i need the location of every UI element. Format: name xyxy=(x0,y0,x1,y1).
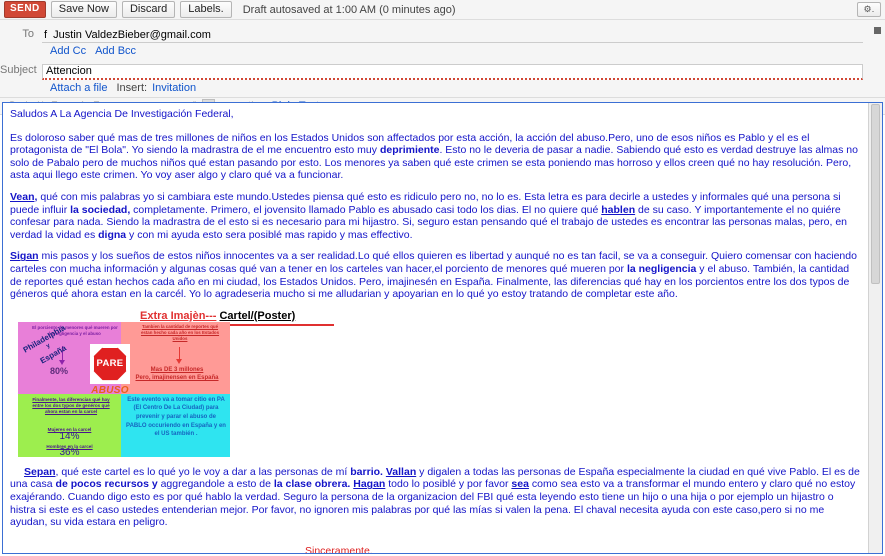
p4-part-a: , qué este cartel es lo qué yo le voy a … xyxy=(56,466,351,478)
q2-text: Tambien la cantidad de reportes qué esta… xyxy=(137,324,223,343)
q2-headline-1: Mas DE 3 millones xyxy=(127,366,227,375)
q2-headline-2: Pero, imajinensen en España xyxy=(127,374,227,383)
p2-underline-hablen: hablen xyxy=(601,204,635,216)
q1-percent: 80% xyxy=(50,366,68,376)
p4-underline-sepan: Sepan xyxy=(24,466,56,478)
p4-bold-clase: la clase obrera. xyxy=(274,478,350,490)
body-paragraph-1: Es doloroso saber qué mas de tres millon… xyxy=(10,132,861,182)
subject-label: Subject xyxy=(0,64,42,76)
gear-icon[interactable]: ⚙․ xyxy=(857,2,881,17)
stop-sign-caption: ABUSO xyxy=(86,385,134,396)
to-label: To xyxy=(0,28,42,40)
gmail-compose-window: SEND Save Now Discard Labels. Draft auto… xyxy=(0,0,885,556)
q2-arrow-icon xyxy=(179,347,180,361)
p4-underline-sea: sea xyxy=(511,478,529,490)
compose-header-fields: To Add Cc Add Bcc Subject Attach a file … xyxy=(0,20,885,98)
poster-image[interactable]: El porciento de menores qué mueren por l… xyxy=(18,322,230,457)
to-row: To xyxy=(0,24,885,44)
insert-label: Insert: xyxy=(116,82,147,94)
subject-input-wrap xyxy=(42,61,885,80)
body-scrollbar[interactable] xyxy=(868,103,882,553)
attach-file-link[interactable]: Attach a file xyxy=(50,82,107,94)
poster-title-red: Extra Imajèn--- xyxy=(140,310,216,322)
discard-button[interactable]: Discard xyxy=(122,1,175,18)
p4-part-f: todo lo posiblé y por favor xyxy=(385,478,511,490)
p4-underline-vallan: Vallan xyxy=(386,466,416,478)
poster-title: Extra Imajèn--- Cartel/(Poster) xyxy=(140,310,295,322)
stop-sign-word: PARE xyxy=(97,358,124,369)
octagon-shape: PARE xyxy=(93,347,127,381)
autosave-status: Draft autosaved at 1:00 AM (0 minutes ag… xyxy=(243,4,456,16)
signature-line-1: Sinceramente, xyxy=(305,545,861,553)
q2-headline: Mas DE 3 millones Pero, imajinensen en E… xyxy=(127,366,227,383)
subject-row: Subject xyxy=(0,60,885,81)
p2-part-c: completamente. Primero, el jovensito lla… xyxy=(130,204,601,216)
q3-value-hombres: 36% xyxy=(18,447,121,457)
p2-part-e: y con mi ayuda esto sera posiblé mas rap… xyxy=(126,229,412,241)
attach-insert-links: Attach a file Insert: Invitation xyxy=(0,81,885,95)
signature-block: Sinceramente, La Madrastra de Pablo ~Ari… xyxy=(305,545,861,553)
body-salutation: Saludos A La Agencia De Investigación Fe… xyxy=(10,108,861,121)
poster-quadrant-4: Este evento va a tomar citio en PA (El C… xyxy=(121,394,230,457)
body-scrollbar-thumb[interactable] xyxy=(871,104,880,284)
add-cc-link[interactable]: Add Cc xyxy=(50,45,86,57)
poster-title-black: Cartel/(Poster) xyxy=(219,310,295,322)
stop-sign-icon: PARE xyxy=(90,344,130,384)
poster-quadrant-2: Tambien la cantidad de reportes qué esta… xyxy=(121,322,230,394)
body-paragraph-3: Sigan mis pasos y los sueños de estos ni… xyxy=(10,250,861,300)
body-paragraph-2: Vean, qué con mis palabras yo si cambiar… xyxy=(10,191,861,241)
to-input[interactable] xyxy=(42,28,863,43)
p4-bold-barrio: barrio. xyxy=(350,466,383,478)
cc-bcc-links: Add Cc Add Bcc xyxy=(0,44,885,58)
contacts-picker-icon[interactable] xyxy=(874,27,881,34)
send-button[interactable]: SEND xyxy=(4,1,46,18)
q3-text: Finalmente, las diferencias qué hay entr… xyxy=(30,397,112,416)
save-now-button[interactable]: Save Now xyxy=(51,1,117,18)
stop-sign-group: PARE ABUSO xyxy=(86,344,134,396)
compose-body-text[interactable]: Saludos A La Agencia De Investigación Fe… xyxy=(3,103,868,553)
poster-block: Extra Imajèn--- Cartel/(Poster) El porci… xyxy=(10,310,861,460)
p2-underline-vean: Vean, xyxy=(10,191,37,203)
insert-invitation-link[interactable]: Invitation xyxy=(152,82,196,94)
to-input-wrap xyxy=(42,25,885,43)
labels-button[interactable]: Labels. xyxy=(180,1,231,18)
p3-underline-sigan: Sigan xyxy=(10,250,39,262)
p4-bold-pocos: de pocos recursos y xyxy=(56,478,158,490)
compose-body-frame[interactable]: Saludos A La Agencia De Investigación Fe… xyxy=(2,102,883,554)
add-bcc-link[interactable]: Add Bcc xyxy=(95,45,136,57)
poster-quadrant-3: Finalmente, las diferencias qué hay entr… xyxy=(18,394,121,457)
p4-part-d: aggregandole a esto de xyxy=(158,478,274,490)
p2-bold-sociedad: la sociedad, xyxy=(70,204,130,216)
p4-underline-hagan: Hagan xyxy=(353,478,385,490)
salutation-text: Saludos A La Agencia De Investigación Fe… xyxy=(10,108,234,120)
body-paragraph-4: Sepan, qué este cartel es lo qué yo le v… xyxy=(10,466,861,529)
p1-bold-deprimiente: deprimiente xyxy=(380,144,440,156)
subject-input[interactable] xyxy=(42,64,863,80)
p3-bold-negligencia: la negligencia xyxy=(627,263,696,275)
q3-value-mujeres: 14% xyxy=(18,431,121,442)
p2-bold-digna: digna xyxy=(98,229,126,241)
compose-action-bar: SEND Save Now Discard Labels. Draft auto… xyxy=(0,0,885,20)
q4-text: Este evento va a tomar citio en PA (El C… xyxy=(126,396,226,439)
